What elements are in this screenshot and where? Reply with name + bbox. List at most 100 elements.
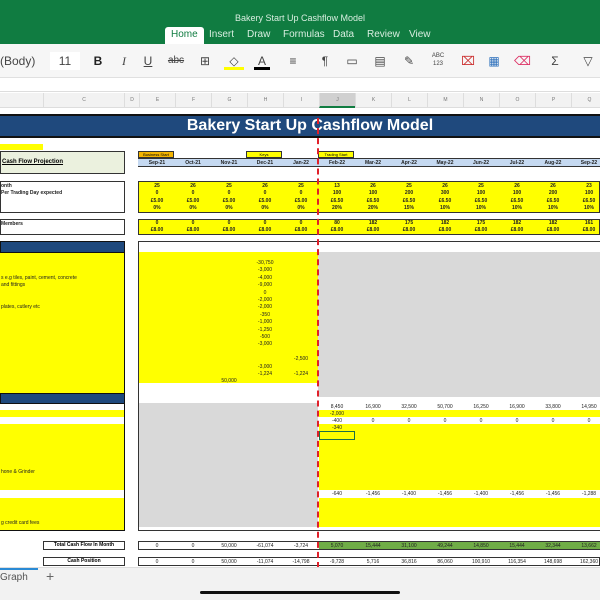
total-cell[interactable]: 15,444 — [355, 543, 391, 549]
cost4-cell[interactable]: -640 — [319, 491, 355, 497]
member-cell[interactable]: 182 — [427, 220, 463, 226]
column-header-q[interactable]: Q — [571, 93, 600, 108]
assumption-cell[interactable]: 0% — [247, 205, 283, 211]
startup-cost-cell[interactable]: -2,000 — [247, 297, 283, 303]
position-cell[interactable]: 36,816 — [391, 559, 427, 565]
add-sheet-button[interactable]: + — [46, 568, 54, 584]
assumption-cell[interactable]: 10% — [571, 205, 600, 211]
position-cell[interactable]: 86,060 — [427, 559, 463, 565]
tab-draw[interactable]: Draw — [241, 27, 276, 44]
member-cell[interactable]: 80 — [319, 220, 355, 226]
assumption-cell[interactable]: 25 — [211, 183, 247, 189]
income-cell[interactable]: 33,800 — [535, 404, 571, 410]
assumption-cell[interactable]: 10% — [535, 205, 571, 211]
position-cell[interactable]: 0 — [175, 559, 211, 565]
format-painter-icon[interactable]: ✎ — [400, 52, 418, 70]
column-header-l[interactable]: L — [391, 93, 427, 108]
assumption-cell[interactable]: 0% — [211, 205, 247, 211]
cost4-cell[interactable]: -1,456 — [355, 491, 391, 497]
cost2-cell[interactable]: 0 — [427, 418, 463, 424]
member-cell[interactable]: 182 — [535, 220, 571, 226]
startup-cost-cell[interactable]: -2,500 — [283, 356, 319, 362]
column-header-k[interactable]: K — [355, 93, 391, 108]
tab-insert[interactable]: Insert — [203, 27, 240, 44]
assumption-cell[interactable]: 0 — [175, 190, 211, 196]
position-cell[interactable]: 148,698 — [535, 559, 571, 565]
assumption-cell[interactable]: 0% — [175, 205, 211, 211]
member-cell[interactable]: 0 — [283, 220, 319, 226]
assumption-cell[interactable]: 200 — [391, 190, 427, 196]
total-cell[interactable]: 15,444 — [499, 543, 535, 549]
assumption-cell[interactable]: 0 — [211, 190, 247, 196]
column-header-d[interactable]: D — [124, 93, 139, 108]
assumption-cell[interactable]: 100 — [499, 190, 535, 196]
total-cell[interactable]: 31,100 — [391, 543, 427, 549]
total-cell[interactable]: 32,344 — [535, 543, 571, 549]
assumption-cell[interactable]: £6.50 — [427, 198, 463, 204]
assumption-cell[interactable]: 26 — [535, 183, 571, 189]
member-cell[interactable]: 0 — [211, 220, 247, 226]
member-cell[interactable]: 0 — [175, 220, 211, 226]
spelling-icon[interactable]: ABC 123 — [428, 52, 448, 70]
total-cell[interactable]: 49,244 — [427, 543, 463, 549]
member-cell[interactable]: 175 — [463, 220, 499, 226]
assumption-cell[interactable]: 26 — [247, 183, 283, 189]
position-cell[interactable]: 162,360 — [571, 559, 600, 565]
assumption-cell[interactable]: £6.50 — [355, 198, 391, 204]
font-color-icon[interactable]: A — [254, 52, 270, 70]
assumption-cell[interactable]: £5.00 — [175, 198, 211, 204]
assumption-cell[interactable]: £6.50 — [391, 198, 427, 204]
align-icon[interactable]: ≡ — [286, 52, 300, 70]
format-cells-icon[interactable]: ▤ — [372, 52, 388, 70]
position-cell[interactable]: 116,354 — [499, 559, 535, 565]
column-header-e[interactable]: E — [139, 93, 175, 108]
column-header-i[interactable]: I — [283, 93, 319, 108]
tab-view[interactable]: View — [403, 27, 437, 44]
assumption-cell[interactable]: £6.50 — [463, 198, 499, 204]
member-cell[interactable]: £8.00 — [355, 227, 391, 233]
startup-cost-cell[interactable]: -9,000 — [247, 282, 283, 288]
member-cell[interactable]: 0 — [247, 220, 283, 226]
cost2-cell[interactable]: 0 — [355, 418, 391, 424]
startup-cost-cell[interactable]: -1,224 — [247, 371, 283, 377]
cost2-cell[interactable]: -400 — [319, 418, 355, 424]
member-cell[interactable]: £8.00 — [499, 227, 535, 233]
bold-button[interactable]: B — [90, 52, 106, 70]
italic-button[interactable]: I — [116, 52, 132, 70]
total-cell[interactable]: -3,724 — [283, 543, 319, 549]
assumption-cell[interactable]: 100 — [571, 190, 600, 196]
column-header-c[interactable]: C — [43, 93, 124, 108]
income-cell[interactable]: 16,900 — [355, 404, 391, 410]
cost4-cell[interactable]: -1,288 — [571, 491, 600, 497]
member-cell[interactable]: £8.00 — [463, 227, 499, 233]
total-cell[interactable]: 50,000 — [211, 543, 247, 549]
position-cell[interactable]: 50,000 — [211, 559, 247, 565]
cost4-cell[interactable]: -1,456 — [535, 491, 571, 497]
income-cell[interactable]: 50,700 — [427, 404, 463, 410]
assumption-cell[interactable]: 10% — [499, 205, 535, 211]
assumption-cell[interactable]: 0 — [283, 190, 319, 196]
member-cell[interactable]: £8.00 — [211, 227, 247, 233]
paragraph-icon[interactable]: ¶ — [318, 52, 332, 70]
assumption-cell[interactable]: 100 — [355, 190, 391, 196]
member-cell[interactable]: £8.00 — [319, 227, 355, 233]
freeze-panes-icon[interactable]: ▦ — [486, 52, 502, 70]
member-cell[interactable]: 182 — [355, 220, 391, 226]
position-cell[interactable]: 0 — [139, 559, 175, 565]
assumption-cell[interactable]: 0 — [139, 190, 175, 196]
total-cell[interactable]: 0 — [175, 543, 211, 549]
wrap-icon[interactable]: ▭ — [344, 52, 360, 70]
cost2-cell[interactable]: 0 — [535, 418, 571, 424]
borders-icon[interactable]: ⊞ — [198, 52, 212, 70]
assumption-cell[interactable]: 10% — [463, 205, 499, 211]
startup-cost-cell[interactable]: -3,000 — [247, 341, 283, 347]
cost4-cell[interactable]: -1,456 — [427, 491, 463, 497]
assumption-cell[interactable]: 25 — [391, 183, 427, 189]
member-cell[interactable]: 182 — [499, 220, 535, 226]
assumption-cell[interactable]: 13 — [319, 183, 355, 189]
startup-cost-cell[interactable]: -3,000 — [247, 364, 283, 370]
assumption-cell[interactable]: 26 — [355, 183, 391, 189]
position-cell[interactable]: -11,074 — [247, 559, 283, 565]
member-cell[interactable]: £8.00 — [391, 227, 427, 233]
assumption-cell[interactable]: 23 — [571, 183, 600, 189]
